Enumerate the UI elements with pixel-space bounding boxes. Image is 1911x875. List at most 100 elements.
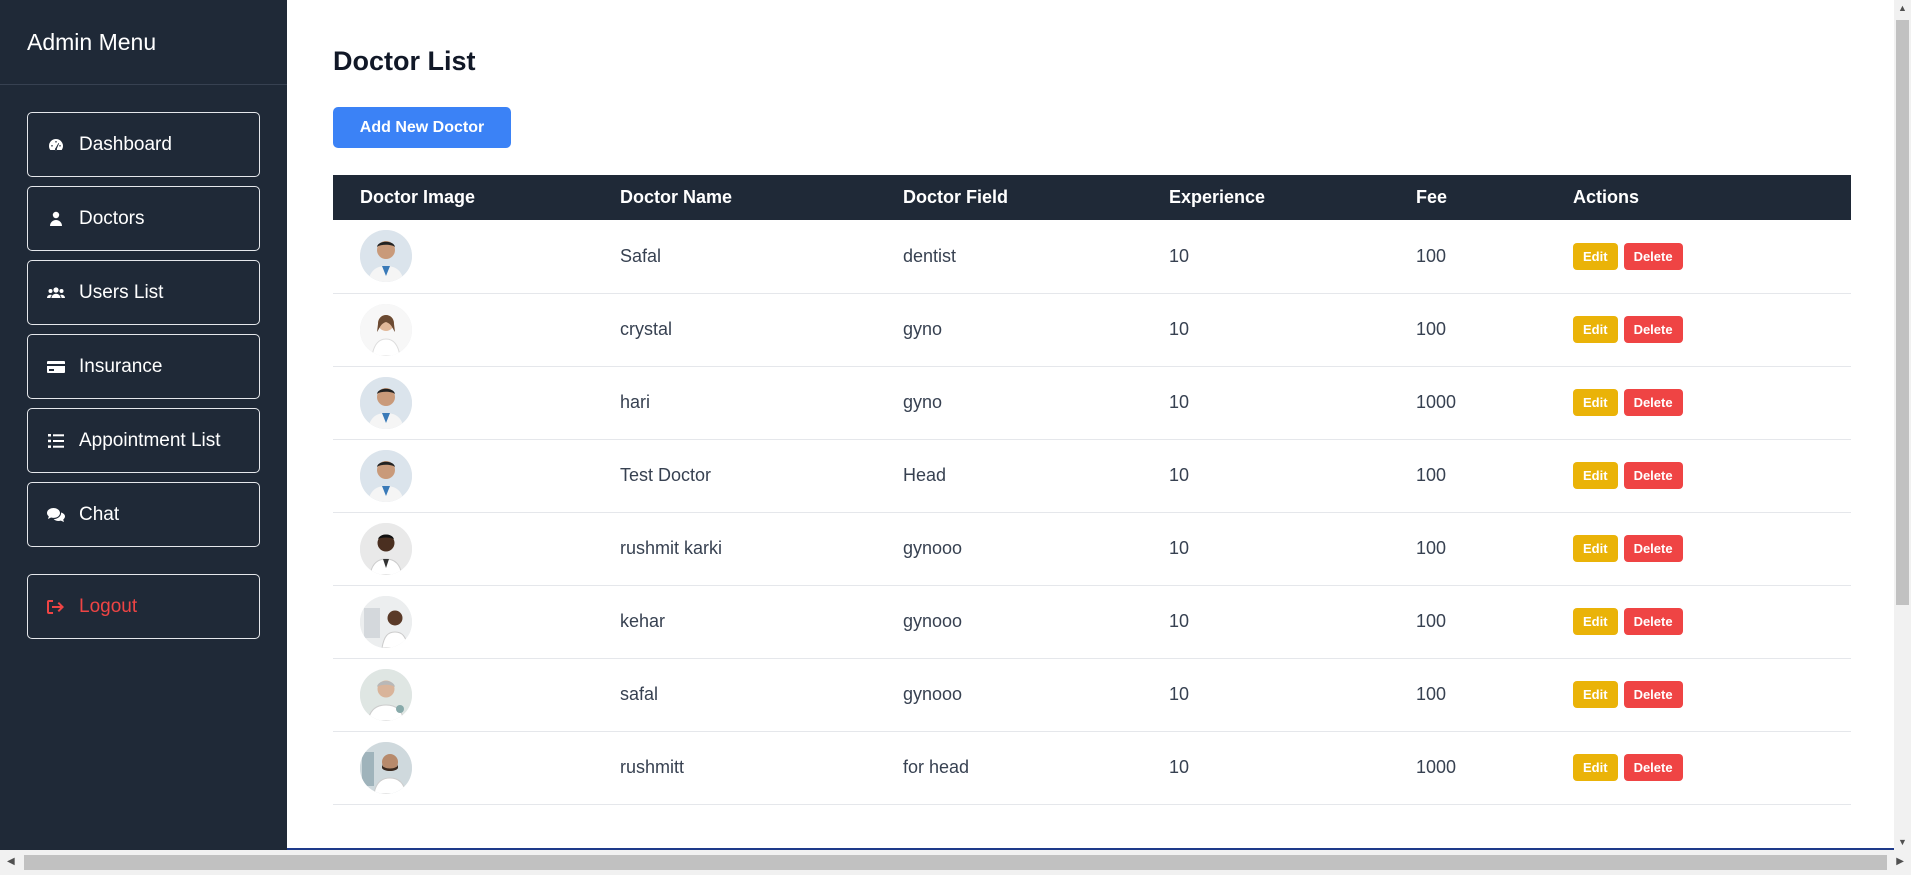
row-actions: Edit Delete <box>1573 585 1851 658</box>
doctor-fee: 100 <box>1416 538 1447 558</box>
sidebar-item-doctors[interactable]: Doctors <box>27 186 260 251</box>
table-row: rushmitt for head 10 1000 Edit Delete <box>333 731 1851 804</box>
chat-icon <box>47 506 65 524</box>
delete-button[interactable]: Delete <box>1623 242 1683 270</box>
row-actions: Edit Delete <box>1573 731 1851 804</box>
sidebar-item-label: Dashboard <box>79 133 172 155</box>
logout-label: Logout <box>79 595 138 617</box>
table-row: safal gynooo 10 100 Edit Delete <box>333 658 1851 731</box>
table-row: Test Doctor Head 10 100 Edit Delete <box>333 439 1851 512</box>
doctor-name: hari <box>620 392 651 412</box>
sidebar-item-chat[interactable]: Chat <box>27 482 260 547</box>
table-header-row: Doctor Image Doctor Name Doctor Field Ex… <box>333 175 1851 220</box>
sidebar-item-dashboard[interactable]: Dashboard <box>27 112 260 177</box>
doctor-avatar <box>360 230 412 283</box>
doctor-name: kehar <box>620 611 666 631</box>
edit-button[interactable]: Edit <box>1573 242 1618 270</box>
scroll-right-arrow-icon[interactable]: ▶ <box>1896 856 1904 867</box>
delete-button[interactable]: Delete <box>1623 389 1683 416</box>
row-actions: Edit Delete <box>1573 366 1851 439</box>
sidebar-item-label: Appointment List <box>79 429 221 451</box>
edit-button[interactable]: Edit <box>1573 754 1618 781</box>
edit-button[interactable]: Edit <box>1573 535 1618 562</box>
vertical-scroll-thumb[interactable] <box>1896 20 1909 605</box>
vertical-scrollbar[interactable]: ▲ ▼ <box>1894 0 1911 850</box>
doctor-avatar <box>360 449 412 502</box>
doctor-fee: 100 <box>1416 611 1447 631</box>
doctor-table: Doctor Image Doctor Name Doctor Field Ex… <box>333 175 1851 805</box>
sidebar-item-insurance[interactable]: Insurance <box>27 334 260 399</box>
doctor-fee: 100 <box>1416 245 1447 266</box>
delete-button[interactable]: Delete <box>1623 316 1683 343</box>
edit-button[interactable]: Edit <box>1573 681 1618 708</box>
edit-button[interactable]: Edit <box>1573 389 1618 416</box>
doctor-experience: 10 <box>1169 538 1190 558</box>
doctor-field: gynooo <box>903 684 963 704</box>
scroll-left-arrow-icon[interactable]: ◀ <box>7 856 15 867</box>
sidebar-item-appointment-list[interactable]: Appointment List <box>27 408 260 473</box>
doctor-avatar <box>360 741 412 794</box>
doctor-field: for head <box>903 757 970 777</box>
table-row: hari gyno 10 1000 Edit Delete <box>333 366 1851 439</box>
logout-icon <box>47 598 65 616</box>
doctor-experience: 10 <box>1169 757 1190 777</box>
doctor-field: gyno <box>903 392 943 412</box>
doctor-experience: 10 <box>1169 319 1190 339</box>
sidebar-item-label: Insurance <box>79 355 163 377</box>
doctor-icon <box>47 210 65 228</box>
horizontal-scrollbar[interactable]: ◀ ▶ <box>0 850 1911 875</box>
header-actions: Actions <box>1573 187 1640 207</box>
horizontal-scroll-thumb[interactable] <box>24 855 1887 870</box>
table-row: Safal dentist 10 100 Edit Delete <box>333 220 1851 293</box>
delete-button[interactable]: Delete <box>1623 754 1683 781</box>
doctor-fee: 100 <box>1416 319 1447 339</box>
header-doctor-field: Doctor Field <box>903 187 1009 207</box>
row-actions: Edit Delete <box>1573 658 1851 731</box>
delete-button[interactable]: Delete <box>1623 462 1683 489</box>
sidebar-item-label: Chat <box>79 503 120 525</box>
edit-button[interactable]: Edit <box>1573 462 1618 489</box>
header-experience: Experience <box>1169 187 1266 207</box>
edit-button[interactable]: Edit <box>1573 608 1618 635</box>
doctor-fee: 100 <box>1416 465 1447 485</box>
table-row: kehar gynooo 10 100 Edit Delete <box>333 585 1851 658</box>
doctor-avatar <box>360 303 412 356</box>
scroll-up-arrow-icon[interactable]: ▲ <box>1898 3 1907 13</box>
doctor-name: safal <box>620 684 659 704</box>
doctor-name: rushmit karki <box>620 538 723 558</box>
doctor-fee: 100 <box>1416 684 1447 704</box>
dashboard-icon <box>47 136 65 154</box>
doctor-experience: 10 <box>1169 245 1190 266</box>
sidebar: Admin Menu Dashboard Doctors Users List … <box>0 0 287 875</box>
doctor-name: crystal <box>620 319 673 339</box>
doctor-fee: 1000 <box>1416 757 1457 777</box>
doctor-experience: 10 <box>1169 611 1190 631</box>
table-row: rushmit karki gynooo 10 100 Edit Delete <box>333 512 1851 585</box>
doctor-field: gynooo <box>903 538 963 558</box>
page-title: Doctor List <box>333 46 476 76</box>
table-row: crystal gyno 10 100 Edit Delete <box>333 293 1851 366</box>
sidebar-item-label: Doctors <box>79 207 145 229</box>
delete-button[interactable]: Delete <box>1623 681 1683 708</box>
header-doctor-name: Doctor Name <box>620 187 733 207</box>
doctor-name: Test Doctor <box>620 465 712 485</box>
credit-card-icon <box>47 358 65 376</box>
doctor-field: Head <box>903 465 947 485</box>
delete-button[interactable]: Delete <box>1623 608 1683 635</box>
doctor-avatar <box>360 595 412 648</box>
logout-button[interactable]: Logout <box>27 574 260 639</box>
doctor-field: gyno <box>903 319 943 339</box>
doctor-experience: 10 <box>1169 392 1190 412</box>
users-icon <box>47 284 65 302</box>
row-actions: Edit Delete <box>1573 439 1851 512</box>
header-doctor-image: Doctor Image <box>360 187 476 207</box>
doctor-name: Safal <box>620 245 662 266</box>
delete-button[interactable]: Delete <box>1623 535 1683 562</box>
scroll-down-arrow-icon[interactable]: ▼ <box>1898 837 1907 847</box>
edit-button[interactable]: Edit <box>1573 316 1618 343</box>
doctor-avatar <box>360 522 412 575</box>
sidebar-title: Admin Menu <box>0 0 287 85</box>
sidebar-item-users-list[interactable]: Users List <box>27 260 260 325</box>
row-actions: Edit Delete <box>1573 220 1851 293</box>
add-new-doctor-button[interactable]: Add New Doctor <box>333 107 511 148</box>
